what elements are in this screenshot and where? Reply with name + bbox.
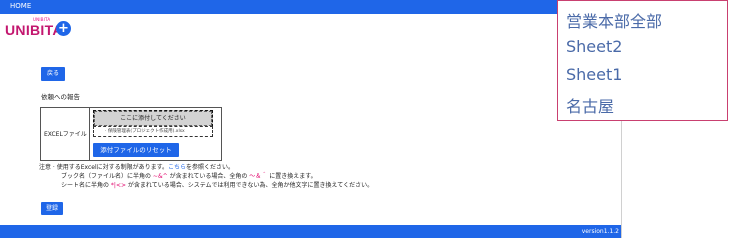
note-3-suffix: が含まれている場合、システムでは利用できない為、全角か他文字に置き換えてください… [126, 182, 374, 189]
sheet-item[interactable]: Sheet2 [566, 37, 622, 56]
home-link[interactable]: HOME [10, 2, 31, 10]
note-line-2: ブック名（ファイル名）に半角の ~&^ が含まれている場合、全角の ～＆＾ に置… [39, 172, 373, 181]
attached-file-list: · 保険管理表(プロジェクト作成用).xlsx [93, 126, 213, 137]
note-line-1: 注意 · 使用するExcelに対する制限があります。こちらを参照ください。 [39, 163, 373, 172]
note-line-3: シート名に半角の *|<> が含まれている場合、システムでは利用できない為、全角… [39, 181, 373, 190]
version-label: version1.1.2 [581, 228, 619, 235]
forbidden-sheet-chars: *|<> [110, 182, 126, 189]
halfwidth-chars: ~&^ [152, 173, 168, 180]
note-1-suffix: を参照ください。 [186, 164, 235, 171]
footer-bar: version1.1.2 [0, 225, 621, 238]
app-window: HOME UNIBITA UNIBITA + 戻る 依頼への報告 EXCELファ… [0, 0, 622, 238]
note-2-suffix: に置き換えます。 [267, 173, 317, 180]
logo-wordmark: UNIBITA [5, 22, 63, 38]
sheet-item[interactable]: Sheet1 [566, 65, 622, 84]
reset-attachments-button[interactable]: 添付ファイルのリセット [93, 143, 179, 157]
plus-icon[interactable]: + [56, 21, 71, 36]
note-2-mid: が含まれている場合、全角の [167, 173, 250, 180]
sheet-item[interactable]: 名古屋 [566, 93, 614, 117]
sheet-item[interactable]: 営業本部全部 [566, 8, 662, 32]
back-button[interactable]: 戻る [41, 67, 65, 81]
top-nav-bar: HOME [0, 0, 621, 14]
sheet-list-popup: 営業本部全部 Sheet2 Sheet1 名古屋 [557, 0, 728, 121]
dropzone-text: ここに添付してください [120, 115, 186, 122]
note-1-text: 注意 · 使用するExcelに対する制限があります。 [39, 164, 169, 171]
attached-file-name: · 保険管理表(プロジェクト作成用).xlsx [105, 129, 185, 134]
section-title: 依頼への報告 [41, 93, 80, 101]
excel-file-label: EXCELファイル [44, 131, 87, 138]
table-divider [89, 108, 90, 160]
register-button[interactable]: 登録 [41, 202, 63, 215]
restrictions-link[interactable]: こちら [168, 164, 186, 171]
note-3-text: シート名に半角の [61, 182, 111, 189]
note-2-text: ブック名（ファイル名）に半角の [61, 173, 153, 180]
usage-notes: 注意 · 使用するExcelに対する制限があります。こちらを参照ください。 ブッ… [39, 163, 373, 190]
fullwidth-chars: ～＆＾ [249, 173, 268, 180]
file-dropzone[interactable]: ここに添付してください [93, 110, 213, 127]
